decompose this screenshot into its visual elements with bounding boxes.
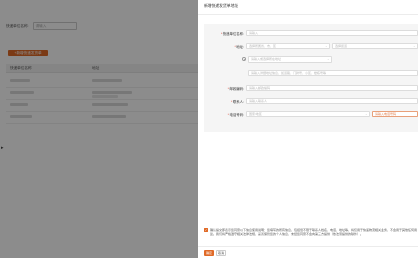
street-address-select[interactable]: 请输入或选择所在地址 ⌄ (248, 56, 332, 63)
caret-right-icon: ▸ (1, 145, 4, 151)
province-city-select[interactable]: 选择所属省、市、区 ⌄ (246, 42, 330, 49)
address-form: *快递单位名称: 请输入 *地址: 选择所属省、市、区 ⌄ 选择街道 ⌄ 请输入或选… (204, 24, 418, 132)
divider (198, 246, 418, 247)
agreement-checkbox[interactable]: ✓ (204, 228, 208, 233)
agreement-notice: ✓ 确认提交即表示您同意以下信息使用说明：您填写的所有信息，包括但不限于联系人姓… (204, 228, 418, 236)
cancel-button[interactable]: 取消 (216, 250, 226, 256)
divider (198, 14, 418, 15)
detail-address-input[interactable]: 请输入详细地址信息，如道路、门牌号、小区、楼栋号等 (248, 69, 418, 76)
company-name-input[interactable]: 请输入 (246, 29, 418, 36)
phone-number-input[interactable]: 请输入电话号码 (372, 110, 418, 117)
chevron-down-icon: ⌄ (412, 43, 416, 48)
address-radio[interactable] (242, 57, 246, 61)
postcode-label: *邮政编码: (227, 87, 244, 91)
chevron-down-icon: ⌄ (324, 43, 328, 48)
phone-area-select[interactable]: 国家/地区 ⌄ (246, 110, 370, 117)
postcode-input[interactable]: 请输入邮政编码 (246, 84, 418, 91)
address-drawer: 新增快递发货单地址 *快递单位名称: 请输入 *地址: 选择所属省、市、区 ⌄ 选… (198, 0, 418, 258)
confirm-button[interactable]: 确定 (204, 250, 214, 256)
chevron-down-icon: ⌄ (326, 57, 330, 61)
phone-label: *电话号码: (227, 113, 244, 117)
chevron-down-icon: ⌄ (364, 111, 368, 116)
street-select[interactable]: 选择街道 ⌄ (332, 42, 418, 49)
address-label: *地址: (234, 45, 244, 49)
contact-input[interactable]: 请输入联系人 (246, 97, 418, 104)
agreement-text: 确认提交即表示您同意以下信息使用说明：您填写的所有信息，包括但不限于联系人姓名、… (210, 228, 418, 237)
company-name-label: *快递单位名称: (220, 32, 244, 36)
drawer-title: 新增快递发货单地址 (204, 4, 239, 8)
contact-label: *联系人: (231, 100, 244, 104)
